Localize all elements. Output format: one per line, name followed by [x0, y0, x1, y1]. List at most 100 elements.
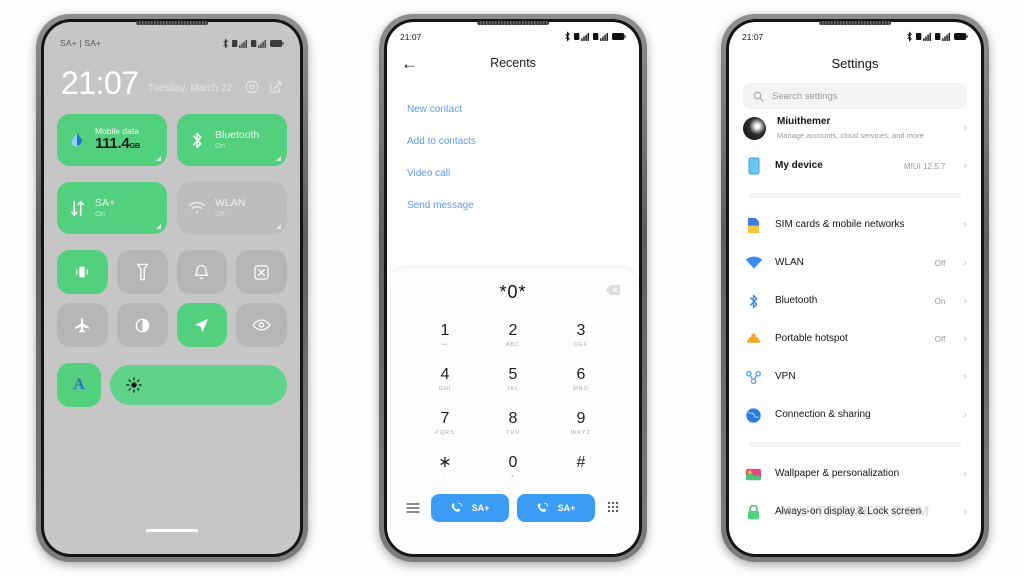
- device-icon: [743, 156, 764, 177]
- edit-icon[interactable]: [269, 80, 283, 94]
- settings-row-portable-hotspot-label: Portable hotspot: [775, 332, 848, 344]
- auto-brightness-toggle[interactable]: A: [57, 363, 101, 408]
- key-8-digit: 8: [508, 410, 518, 427]
- key-6[interactable]: 6 MNO: [547, 358, 615, 402]
- settings-row-bluetooth[interactable]: Bluetooth On ›: [743, 282, 967, 320]
- tile-sa-plus-title: SA+: [95, 197, 116, 209]
- toggle-airplane-mode[interactable]: [57, 303, 108, 348]
- link-add-to-contacts[interactable]: Add to contacts: [407, 126, 619, 158]
- key-6-letters: MNO: [573, 386, 589, 392]
- chevron-right-icon: ›: [963, 408, 967, 421]
- home-indicator[interactable]: [146, 529, 198, 532]
- call-button-sim1-label: SA+: [471, 503, 490, 513]
- chevron-right-icon: ›: [963, 256, 967, 269]
- key-1-letters: ••: [442, 342, 448, 348]
- key-star-digit: ∗: [438, 454, 452, 471]
- link-send-message[interactable]: Send message: [407, 190, 619, 222]
- settings-row-sim-cards[interactable]: SIM cards & mobile networks ›: [743, 206, 967, 244]
- key-8-letters: TUV: [506, 430, 520, 436]
- call-button-sim1[interactable]: SA+: [431, 494, 509, 522]
- keypad-icon[interactable]: [603, 501, 623, 515]
- svg-text:4G: 4G: [252, 39, 257, 43]
- key-9[interactable]: 9 WXYZ: [547, 402, 615, 446]
- settings-row-portable-hotspot[interactable]: Portable hotspot Off ›: [743, 320, 967, 358]
- clock-row: 21:07 Tuesday, March 22: [57, 54, 287, 99]
- dark-mode-icon: [135, 318, 149, 332]
- tile-wlan[interactable]: WLAN Off: [177, 182, 287, 235]
- tile-bluetooth-title: Bluetooth: [215, 129, 260, 141]
- key-2[interactable]: 2 ABC: [479, 314, 547, 358]
- key-3[interactable]: 3 DEF: [547, 314, 615, 358]
- call-button-sim2-label: SA+: [557, 503, 576, 513]
- dialed-number-field[interactable]: *0*: [387, 274, 639, 310]
- tile-sa-plus[interactable]: SA+ On: [57, 182, 167, 235]
- chevron-right-icon: ›: [963, 332, 967, 345]
- big-tiles-row-1: Mobile data 111.4GB Bluetooth On: [57, 114, 287, 167]
- settings-row-aod-lock-screen[interactable]: Always-on display & Lock screen ›: [743, 493, 967, 531]
- page-title: Settings: [831, 56, 879, 71]
- earpiece-speaker: [136, 21, 208, 25]
- settings-target-icon[interactable]: [245, 80, 259, 94]
- wifi-icon: [186, 201, 208, 215]
- backspace-icon[interactable]: [605, 283, 621, 301]
- sim-icon: [743, 215, 764, 236]
- settings-row-account[interactable]: Miuithemer Manage accounts, cloud servic…: [743, 109, 967, 147]
- toggle-vibrate[interactable]: [57, 250, 108, 295]
- tile-expand-corner[interactable]: [276, 156, 281, 162]
- settings-row-vpn[interactable]: VPN ›: [743, 358, 967, 396]
- key-6-digit: 6: [576, 366, 586, 383]
- tile-expand-corner[interactable]: [156, 224, 161, 230]
- sun-icon: [126, 377, 142, 393]
- tile-bluetooth[interactable]: Bluetooth On: [177, 114, 287, 167]
- eye-care-icon: [252, 319, 271, 331]
- key-star[interactable]: ∗,: [411, 446, 479, 490]
- key-4[interactable]: 4 GHI: [411, 358, 479, 402]
- phone-dialer: 21:07 4G 4G ← Recents New contact Add to…: [379, 14, 647, 562]
- sim1-signal-icon: 4G: [232, 39, 247, 48]
- key-1[interactable]: 1 ••: [411, 314, 479, 358]
- link-video-call[interactable]: Video call: [407, 158, 619, 190]
- key-5-letters: JKL: [506, 386, 520, 392]
- key-8[interactable]: 8 TUV: [479, 402, 547, 446]
- toggle-location[interactable]: [176, 303, 228, 348]
- status-icons: 4G 4G: [222, 37, 284, 49]
- link-new-contact[interactable]: New contact: [407, 94, 619, 126]
- toggle-eye-care[interactable]: [236, 303, 287, 348]
- brightness-slider[interactable]: [110, 365, 287, 406]
- group-divider: [749, 442, 961, 447]
- key-5-digit: 5: [508, 366, 518, 383]
- toggle-ringer[interactable]: [176, 250, 228, 295]
- status-time: 21:07: [742, 31, 764, 42]
- toggle-dark-mode[interactable]: [116, 303, 168, 348]
- phone2-bezel: 21:07 4G 4G ← Recents New contact Add to…: [384, 19, 642, 557]
- dialer-action-bar: SA+ SA+: [387, 490, 639, 522]
- phone2-screen: 21:07 4G 4G ← Recents New contact Add to…: [387, 22, 639, 554]
- tile-expand-corner[interactable]: [276, 224, 281, 230]
- key-7[interactable]: 7 PQRS: [411, 402, 479, 446]
- menu-icon[interactable]: [403, 502, 423, 514]
- toggle-screenshot[interactable]: [236, 250, 287, 295]
- key-1-digit: 1: [440, 322, 450, 339]
- bluetooth-icon: [743, 291, 764, 312]
- screenshot-icon: [254, 264, 269, 280]
- key-hash[interactable]: #: [547, 446, 615, 490]
- settings-row-wlan[interactable]: WLAN Off ›: [743, 244, 967, 282]
- tile-expand-corner[interactable]: [156, 156, 161, 162]
- settings-row-wallpaper-label: Wallpaper & personalization: [775, 467, 900, 479]
- bluetooth-icon: [907, 31, 912, 42]
- mobile-data-unit: GB: [129, 141, 141, 151]
- vpn-icon: [743, 367, 764, 388]
- key-0-digit: 0: [508, 454, 518, 471]
- call-button-sim2[interactable]: SA+: [517, 494, 595, 522]
- settings-row-my-device[interactable]: My device MIUI 12.5.7 ›: [743, 147, 967, 185]
- search-icon: [753, 91, 764, 102]
- tile-mobile-data[interactable]: Mobile data 111.4GB: [57, 114, 167, 167]
- settings-row-connection-sharing[interactable]: Connection & sharing ›: [743, 396, 967, 434]
- quick-toggle-grid: [57, 250, 287, 348]
- key-0[interactable]: 0 +: [479, 446, 547, 490]
- key-5[interactable]: 5 JKL: [479, 358, 547, 402]
- flashlight-icon: [136, 263, 148, 281]
- toggle-flashlight[interactable]: [116, 250, 168, 295]
- search-input[interactable]: Search settings: [743, 83, 967, 109]
- settings-row-wallpaper[interactable]: Wallpaper & personalization ›: [743, 455, 967, 493]
